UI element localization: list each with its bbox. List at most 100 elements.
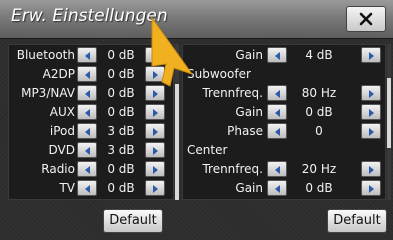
decrease-button[interactable] (77, 180, 97, 196)
increase-button[interactable] (361, 123, 381, 139)
arrow-right-icon (153, 185, 158, 193)
row-label: Bluetooth (16, 48, 75, 62)
decrease-button[interactable] (77, 161, 97, 177)
row-a2dp: A2DP 0 dB (9, 64, 173, 84)
default-button-left[interactable]: Default (103, 209, 163, 233)
increase-button[interactable] (361, 85, 381, 101)
row-value: 20 Hz (301, 162, 337, 176)
row-label: Phase (227, 124, 263, 138)
arrow-right-icon (153, 109, 158, 117)
arrow-right-icon (369, 109, 374, 117)
center-section-header: Center (183, 140, 385, 160)
arrow-left-icon (85, 185, 90, 193)
decrease-button[interactable] (267, 180, 287, 196)
close-button[interactable] (346, 6, 386, 32)
decrease-button[interactable] (77, 123, 97, 139)
right-scrollbar[interactable] (387, 44, 391, 200)
arrow-right-icon (153, 147, 158, 155)
row-mp3-nav: MP3/NAV 0 dB (9, 83, 173, 103)
row-value: 0 dB (305, 105, 333, 119)
row-sub-trennfreq: Trennfreq. 80 Hz (183, 83, 385, 103)
row-value: 3 dB (107, 124, 135, 138)
row-dvd: DVD 3 dB (9, 140, 173, 160)
row-ipod: iPod 3 dB (9, 121, 173, 141)
arrow-left-icon (275, 52, 280, 60)
arrow-right-icon (369, 128, 374, 136)
speaker-settings-panel: Gain 4 dB Subwoofer Trennfreq. 80 Hz Gai… (182, 44, 386, 200)
row-value: 0 dB (305, 181, 333, 195)
decrease-button[interactable] (267, 47, 287, 63)
row-aux: AUX 0 dB (9, 102, 173, 122)
arrow-right-icon (369, 166, 374, 174)
section-header: Center (187, 143, 228, 157)
row-radio: Radio 0 dB (9, 159, 173, 179)
increase-button[interactable] (145, 180, 165, 196)
decrease-button[interactable] (267, 85, 287, 101)
row-value: 0 dB (107, 105, 135, 119)
increase-button[interactable] (145, 123, 165, 139)
increase-button[interactable] (145, 142, 165, 158)
arrow-left-icon (85, 109, 90, 117)
row-value: 3 dB (107, 143, 135, 157)
window-title: Erw. Einstellungen (11, 6, 168, 26)
decrease-button[interactable] (77, 66, 97, 82)
row-label: TV (59, 181, 75, 195)
row-value: 4 dB (305, 48, 333, 62)
decrease-button[interactable] (77, 85, 97, 101)
title-bar: Erw. Einstellungen (0, 0, 393, 39)
arrow-left-icon (275, 128, 280, 136)
arrow-left-icon (275, 90, 280, 98)
row-sub-gain: Gain 0 dB (183, 102, 385, 122)
row-label: MP3/NAV (21, 86, 75, 100)
row-label: A2DP (42, 67, 75, 81)
decrease-button[interactable] (77, 104, 97, 120)
row-label: Radio (41, 162, 75, 176)
row-value: 0 dB (107, 67, 135, 81)
subwoofer-section-header: Subwoofer (183, 64, 385, 84)
decrease-button[interactable] (77, 142, 97, 158)
section-header: Subwoofer (187, 67, 251, 81)
arrow-right-icon (153, 166, 158, 174)
pointer-arrow-icon (151, 16, 194, 87)
decrease-button[interactable] (267, 104, 287, 120)
increase-button[interactable] (361, 180, 381, 196)
row-label: iPod (49, 124, 75, 138)
decrease-button[interactable] (267, 161, 287, 177)
row-value: 0 dB (107, 48, 135, 62)
row-label: Gain (235, 181, 263, 195)
increase-button[interactable] (361, 104, 381, 120)
row-tv: TV 0 dB (9, 178, 173, 198)
row-label: Gain (235, 48, 263, 62)
arrow-left-icon (85, 71, 90, 79)
arrow-left-icon (85, 166, 90, 174)
row-sub-phase: Phase 0 (183, 121, 385, 141)
row-gain-top: Gain 4 dB (183, 45, 385, 65)
row-center-trennfreq: Trennfreq. 20 Hz (183, 159, 385, 179)
decrease-button[interactable] (77, 47, 97, 63)
close-x-icon (359, 12, 373, 26)
row-value: 0 dB (107, 162, 135, 176)
arrow-left-icon (85, 128, 90, 136)
row-value: 0 (315, 124, 323, 138)
scrollbar-thumb[interactable] (175, 84, 179, 200)
row-label: Trennfreq. (202, 162, 263, 176)
row-center-gain: Gain 0 dB (183, 178, 385, 198)
scrollbar-thumb[interactable] (387, 78, 391, 148)
decrease-button[interactable] (267, 123, 287, 139)
row-bluetooth: Bluetooth 0 dB (9, 45, 173, 65)
arrow-left-icon (275, 109, 280, 117)
row-label: Gain (235, 105, 263, 119)
arrow-right-icon (153, 90, 158, 98)
arrow-right-icon (153, 128, 158, 136)
row-label: Trennfreq. (202, 86, 263, 100)
arrow-left-icon (275, 185, 280, 193)
increase-button[interactable] (361, 161, 381, 177)
row-value: 80 Hz (301, 86, 337, 100)
increase-button[interactable] (361, 47, 381, 63)
arrow-left-icon (275, 166, 280, 174)
default-button-right[interactable]: Default (327, 209, 387, 233)
row-value: 0 dB (107, 86, 135, 100)
row-value: 0 dB (107, 181, 135, 195)
increase-button[interactable] (145, 161, 165, 177)
increase-button[interactable] (145, 104, 165, 120)
